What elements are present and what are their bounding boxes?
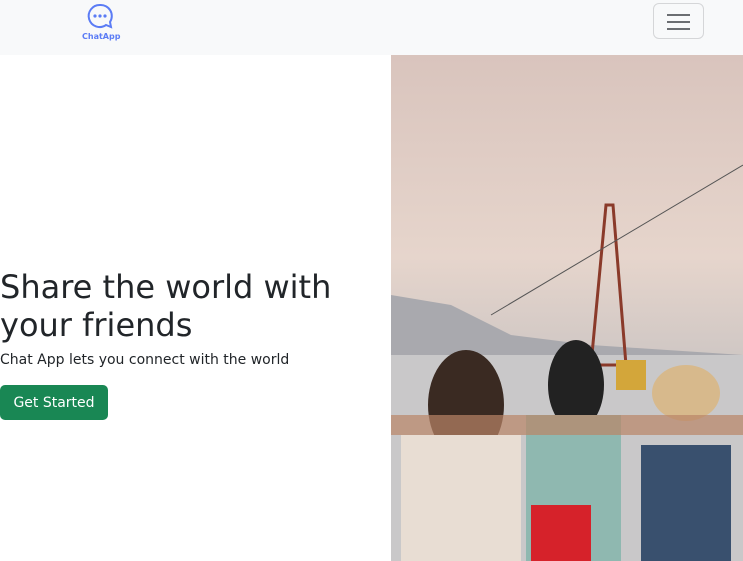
hamburger-icon [667,14,690,16]
hero-title: Share the world with your friends [0,268,332,344]
hamburger-icon-line [667,28,690,30]
hero-image [391,55,743,561]
menu-toggle-button[interactable] [653,3,704,39]
chat-bubble-icon [87,3,113,29]
hero-photo [391,164,743,561]
get-started-button[interactable]: Get Started [0,385,108,420]
hero-subtitle: Chat App lets you connect with the world [0,352,290,368]
navbar: ChatApp [0,0,743,55]
logo-link[interactable]: ChatApp [82,2,121,41]
logo-text: ChatApp [82,32,121,41]
hamburger-icon-line [667,21,690,23]
